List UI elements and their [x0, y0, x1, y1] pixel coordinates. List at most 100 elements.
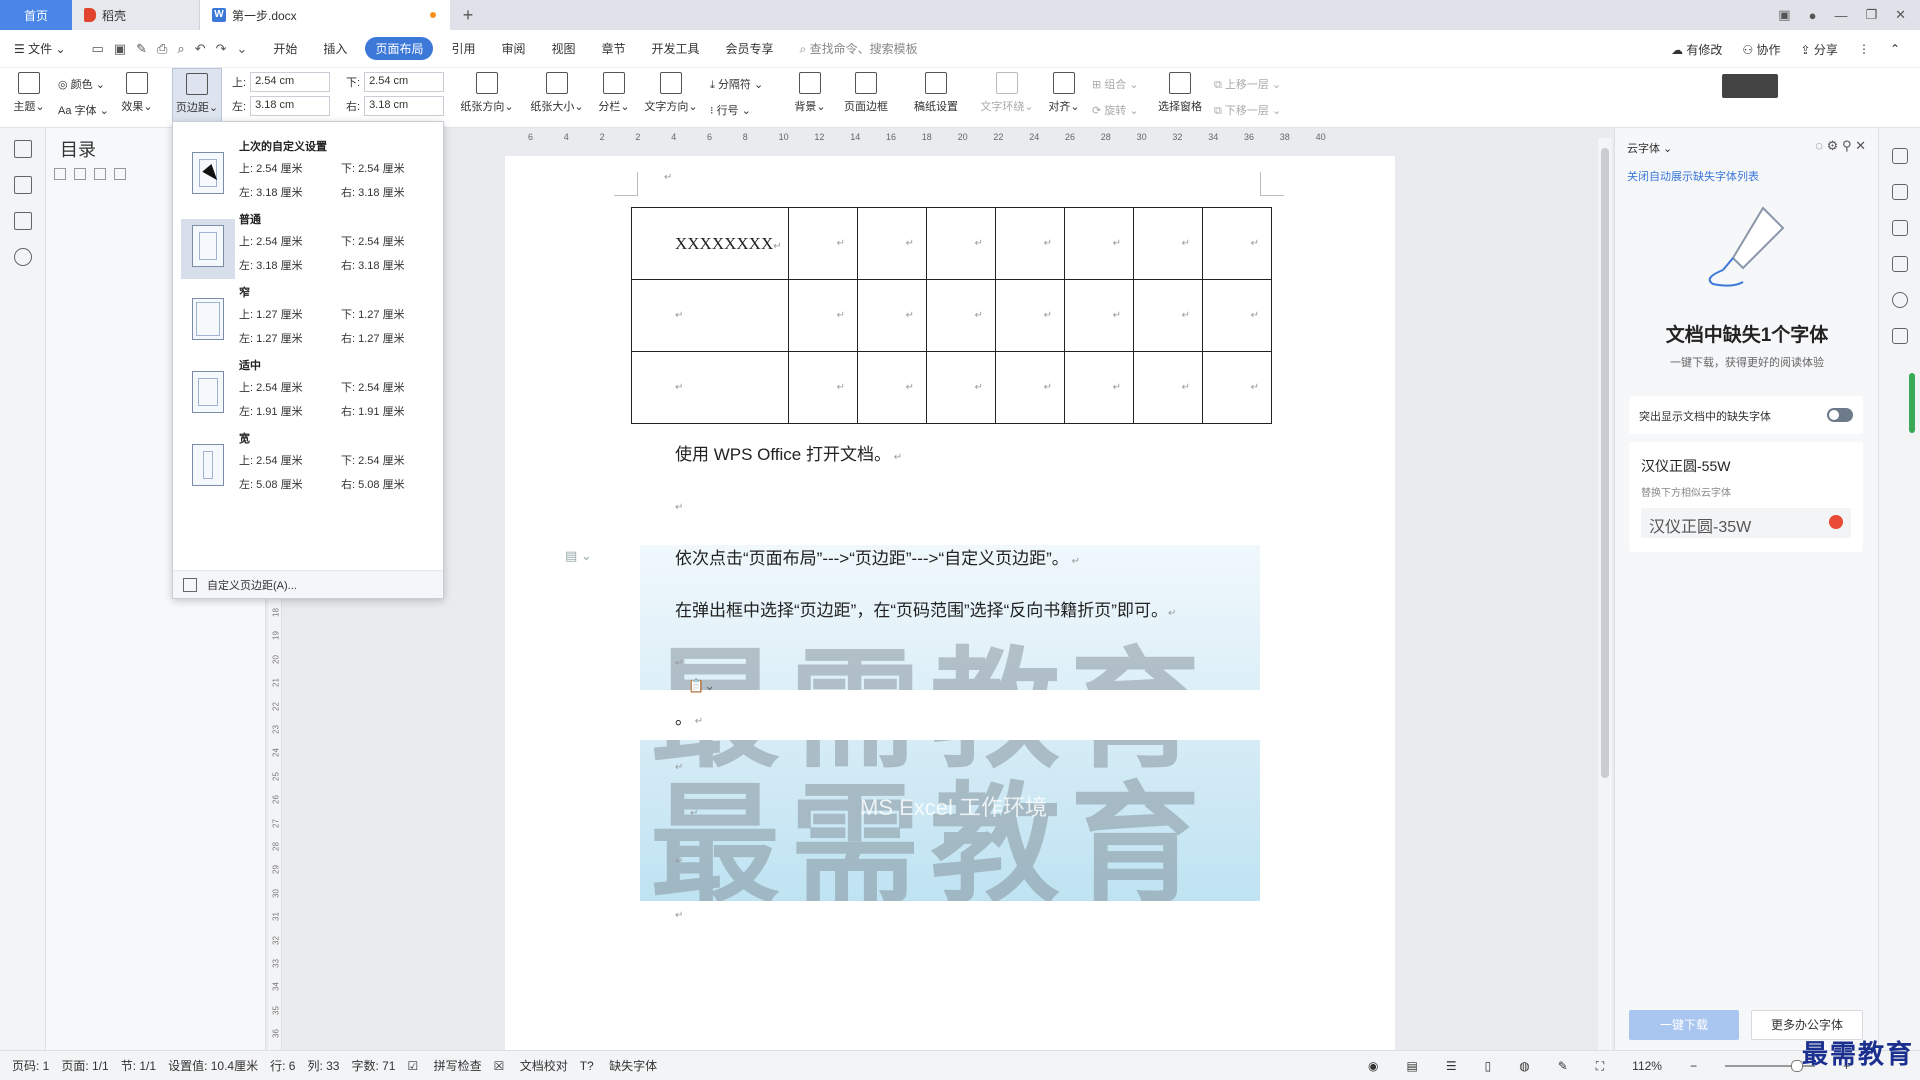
fit-icon[interactable]: ⛶ — [1596, 1059, 1604, 1074]
table-cell[interactable]: ↵ — [1064, 351, 1134, 424]
chat-icon[interactable]: ◌ — [1815, 138, 1823, 153]
margins-button[interactable]: 页边距⌄ — [172, 68, 222, 128]
color-button[interactable]: ◎ 颜色 ⌄ — [58, 76, 105, 92]
menu-member[interactable]: 会员专享 — [726, 40, 774, 57]
orientation-button[interactable]: 纸张方向⌄ — [458, 68, 516, 128]
menu-view[interactable]: 视图 — [551, 40, 575, 57]
vertical-scrollbar[interactable] — [1598, 138, 1612, 1050]
close-icon[interactable]: ✕ — [1895, 7, 1906, 23]
scrollbar-thumb[interactable] — [1601, 148, 1609, 778]
table-cell[interactable]: ↵ — [926, 207, 996, 280]
table-cell[interactable]: ↵ — [926, 279, 996, 352]
text-direction-button[interactable]: 文字方向⌄ — [642, 68, 700, 128]
missing-font-button[interactable]: T? 缺失字体 — [580, 1057, 657, 1074]
remove-heading-icon[interactable] — [114, 168, 126, 180]
paragraph-4[interactable]: 。 ↵ — [675, 704, 703, 729]
replacement-font-item[interactable]: 汉仪正圆-35W — [1641, 508, 1851, 538]
paste-options-icon[interactable]: 📋⌄ — [688, 678, 715, 694]
print-preview-icon[interactable]: ⌕ — [177, 41, 184, 57]
doc-assistant-icon[interactable]: ▤ ⌄ — [565, 548, 592, 564]
proof-button[interactable]: ☒ 文档校对 — [494, 1057, 568, 1074]
paper-size-button[interactable]: 纸张大小⌄ — [528, 68, 586, 128]
download-all-button[interactable]: 一键下载 — [1629, 1010, 1739, 1040]
effect-button[interactable]: 效果⌄ — [120, 68, 154, 128]
tab-daoke[interactable]: 稻壳 — [72, 0, 200, 30]
search-icon[interactable] — [13, 248, 32, 266]
pin-icon[interactable]: ⚲ — [1842, 138, 1852, 153]
table-cell[interactable]: ↵ — [857, 207, 927, 280]
table-cell[interactable]: ↵ — [788, 351, 858, 424]
adjust-icon[interactable] — [1891, 256, 1908, 272]
table-cell[interactable]: ↵ — [857, 279, 927, 352]
table-cell[interactable]: ↵ — [995, 279, 1065, 352]
menu-developer[interactable]: 开发工具 — [652, 40, 700, 57]
selection-pane-button[interactable]: 选择窗格 — [1156, 68, 1204, 128]
help-icon[interactable] — [1891, 292, 1908, 308]
layout-icon[interactable]: ▣ — [1778, 7, 1790, 23]
pen-icon[interactable] — [1891, 184, 1908, 200]
select-icon[interactable] — [1891, 220, 1908, 236]
paragraph-1[interactable]: 使用 WPS Office 打开文档。 ↵ — [675, 440, 902, 465]
add-heading-icon[interactable] — [94, 168, 106, 180]
command-search[interactable]: ⌕ 查找命令、搜索模板 — [800, 40, 918, 57]
toc-icon[interactable] — [13, 140, 32, 158]
table-cell[interactable]: ↵ — [1202, 351, 1272, 424]
collapse-ribbon-icon[interactable]: ⌃ — [1890, 42, 1900, 56]
table-cell[interactable]: ↵ — [1202, 279, 1272, 352]
web-view-icon[interactable]: ◍ — [1519, 1059, 1529, 1073]
table-cell[interactable]: ↵ — [995, 207, 1065, 280]
more-menu-icon[interactable]: ⋮ — [1858, 42, 1870, 56]
more-icon[interactable]: ⌄ — [237, 41, 248, 57]
spell-check-button[interactable]: ☑ 拼写检查 — [408, 1057, 482, 1074]
table-cell[interactable]: ↵ — [1133, 207, 1203, 280]
table-cell[interactable]: ↵ — [788, 279, 858, 352]
minimize-icon[interactable]: — — [1834, 8, 1847, 23]
file-menu[interactable]: ☰ 文件 ⌄ — [14, 40, 66, 57]
theme-button[interactable]: 主题⌄ — [12, 68, 46, 128]
table-cell[interactable]: ↵ — [1064, 207, 1134, 280]
disable-autoshow-link[interactable]: 关闭自动展示缺失字体列表 — [1627, 168, 1759, 184]
tab-document[interactable]: W 第一步.docx — [200, 0, 450, 30]
tool-icon[interactable] — [1891, 148, 1908, 164]
expand-icon[interactable] — [54, 168, 66, 180]
settings-icon[interactable]: ⚙ — [1827, 138, 1839, 153]
zoom-out-icon[interactable]: − — [1690, 1059, 1697, 1073]
page-view-icon[interactable]: ▤ — [1406, 1059, 1417, 1073]
highlight-missing-toggle[interactable] — [1827, 408, 1853, 422]
right-margin-input[interactable]: 3.18 cm — [364, 96, 445, 116]
separator-button[interactable]: ⤓ 分隔符 ⌄ — [710, 76, 763, 92]
menu-home[interactable]: 开始 — [273, 40, 297, 57]
eye-icon[interactable]: ◉ — [1368, 1059, 1378, 1073]
line-number-button[interactable]: ⁝ 行号 ⌄ — [710, 102, 751, 118]
table-cell[interactable]: ↵ — [1202, 207, 1272, 280]
zoom-level[interactable]: 112% — [1632, 1059, 1662, 1073]
redo-icon[interactable]: ↷ — [216, 41, 227, 57]
table-cell[interactable]: XXXXXXXX↵ — [631, 207, 789, 280]
font-t-icon[interactable] — [1891, 328, 1908, 344]
table-cell[interactable]: ↵ — [995, 351, 1065, 424]
status-pages[interactable]: 页面: 1/1 — [61, 1057, 108, 1074]
device-icon[interactable] — [1722, 74, 1778, 98]
align-button[interactable]: 对齐⌄ — [1048, 68, 1080, 128]
save-icon[interactable]: ▣ — [114, 41, 126, 57]
custom-margins-item[interactable]: 自定义页边距(A)... — [173, 570, 443, 598]
close-panel-icon[interactable]: ✕ — [1855, 138, 1866, 153]
top-margin-input[interactable]: 2.54 cm — [250, 72, 331, 92]
write-view-icon[interactable]: ✎ — [1558, 1059, 1568, 1073]
undo-icon[interactable]: ↶ — [195, 41, 206, 57]
avatar[interactable]: ● — [1809, 8, 1817, 23]
grid-paper-button[interactable]: 稿纸设置 — [910, 68, 962, 128]
bottom-margin-input[interactable]: 2.54 cm — [364, 72, 445, 92]
menu-references[interactable]: 引用 — [451, 40, 475, 57]
collaborate-button[interactable]: ⚇ 协作 — [1742, 41, 1780, 58]
status-words[interactable]: 字数: 71 — [351, 1057, 395, 1074]
text-wrap-button[interactable]: 文字环绕⌄ — [978, 68, 1036, 128]
paragraph-2[interactable]: 依次点击“页面布局”--->“页边距”--->“自定义页边距”。 ↵ — [675, 544, 1080, 569]
document-table[interactable]: XXXXXXXX↵ ↵ ↵ ↵ ↵ ↵ ↵ ↵ ↵ ↵ ↵ ↵ ↵ ↵ ↵ ↵ ↵ ↵ ↵ ↵ ↵ ↵ ↵ ↵ — [631, 207, 1272, 424]
send-backward-button[interactable]: ⧉ 下移一层 ⌄ — [1214, 102, 1281, 118]
columns-button[interactable]: 分栏⌄ — [596, 68, 632, 128]
background-button[interactable]: 背景⌄ — [792, 68, 828, 128]
format-painter-icon[interactable]: ✎ — [136, 41, 147, 57]
table-cell[interactable]: ↵ — [1133, 279, 1203, 352]
table-cell[interactable]: ↵ — [926, 351, 996, 424]
